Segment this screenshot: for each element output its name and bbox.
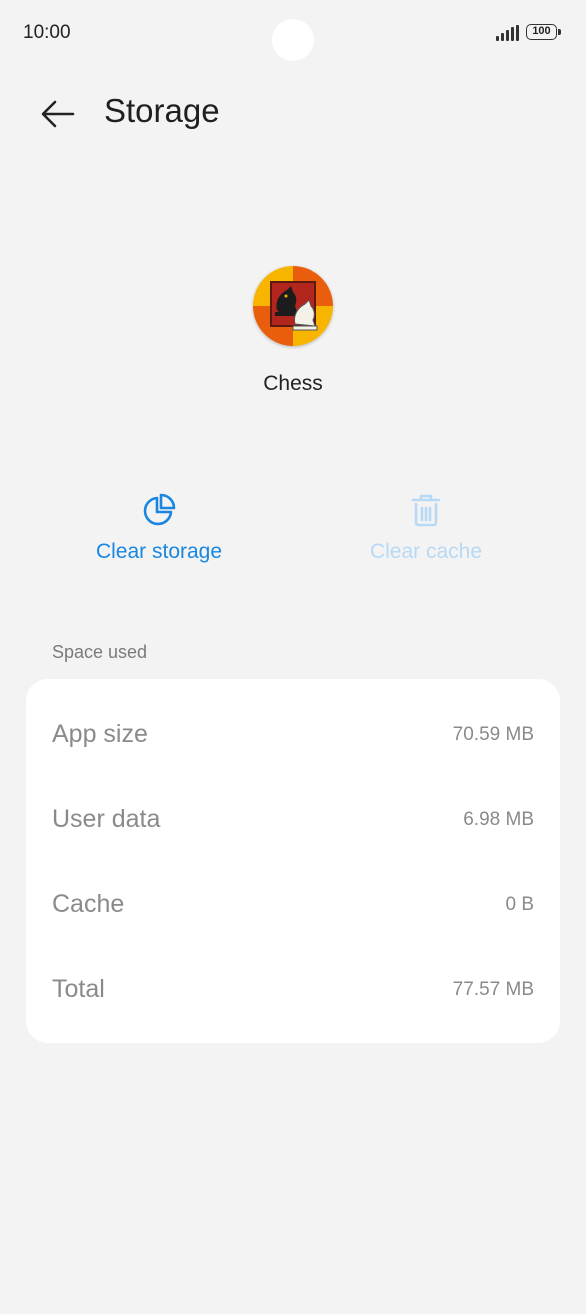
app-size-value: 70.59 MB [452, 724, 534, 745]
space-used-card: App size 70.59 MB User data 6.98 MB Cach… [26, 679, 560, 1043]
trash-icon [411, 494, 441, 527]
arrow-left-icon [41, 100, 75, 128]
status-bar: 10:00 100 [0, 0, 586, 66]
clear-cache-label: Clear cache [369, 540, 483, 563]
battery-icon: 100 [526, 24, 557, 40]
space-used-header: Space used [52, 642, 148, 662]
app-name: Chess [263, 372, 323, 395]
clear-storage-button[interactable]: Clear storage [49, 492, 269, 564]
user-data-label: User data [52, 805, 161, 833]
cache-label: Cache [52, 890, 125, 918]
cache-value: 0 B [505, 894, 534, 915]
status-time: 10:00 [23, 22, 71, 43]
user-data-value: 6.98 MB [463, 809, 534, 830]
row-cache: Cache 0 B [26, 863, 560, 948]
clear-cache-button: Clear cache [316, 492, 536, 564]
camera-cutout [272, 19, 314, 61]
pie-chart-icon [143, 493, 176, 526]
row-app-size: App size 70.59 MB [26, 693, 560, 778]
back-button[interactable] [36, 94, 80, 134]
chess-app-icon [253, 266, 333, 346]
battery-tip [558, 29, 561, 35]
battery-level: 100 [532, 25, 551, 37]
total-label: Total [52, 975, 105, 1003]
row-total: Total 77.57 MB [26, 948, 560, 1033]
row-user-data: User data 6.98 MB [26, 778, 560, 863]
page-title: Storage [104, 92, 220, 129]
app-size-label: App size [52, 720, 148, 748]
signal-icon [496, 25, 519, 41]
total-value: 77.57 MB [452, 979, 534, 1000]
clear-storage-label: Clear storage [95, 540, 223, 563]
